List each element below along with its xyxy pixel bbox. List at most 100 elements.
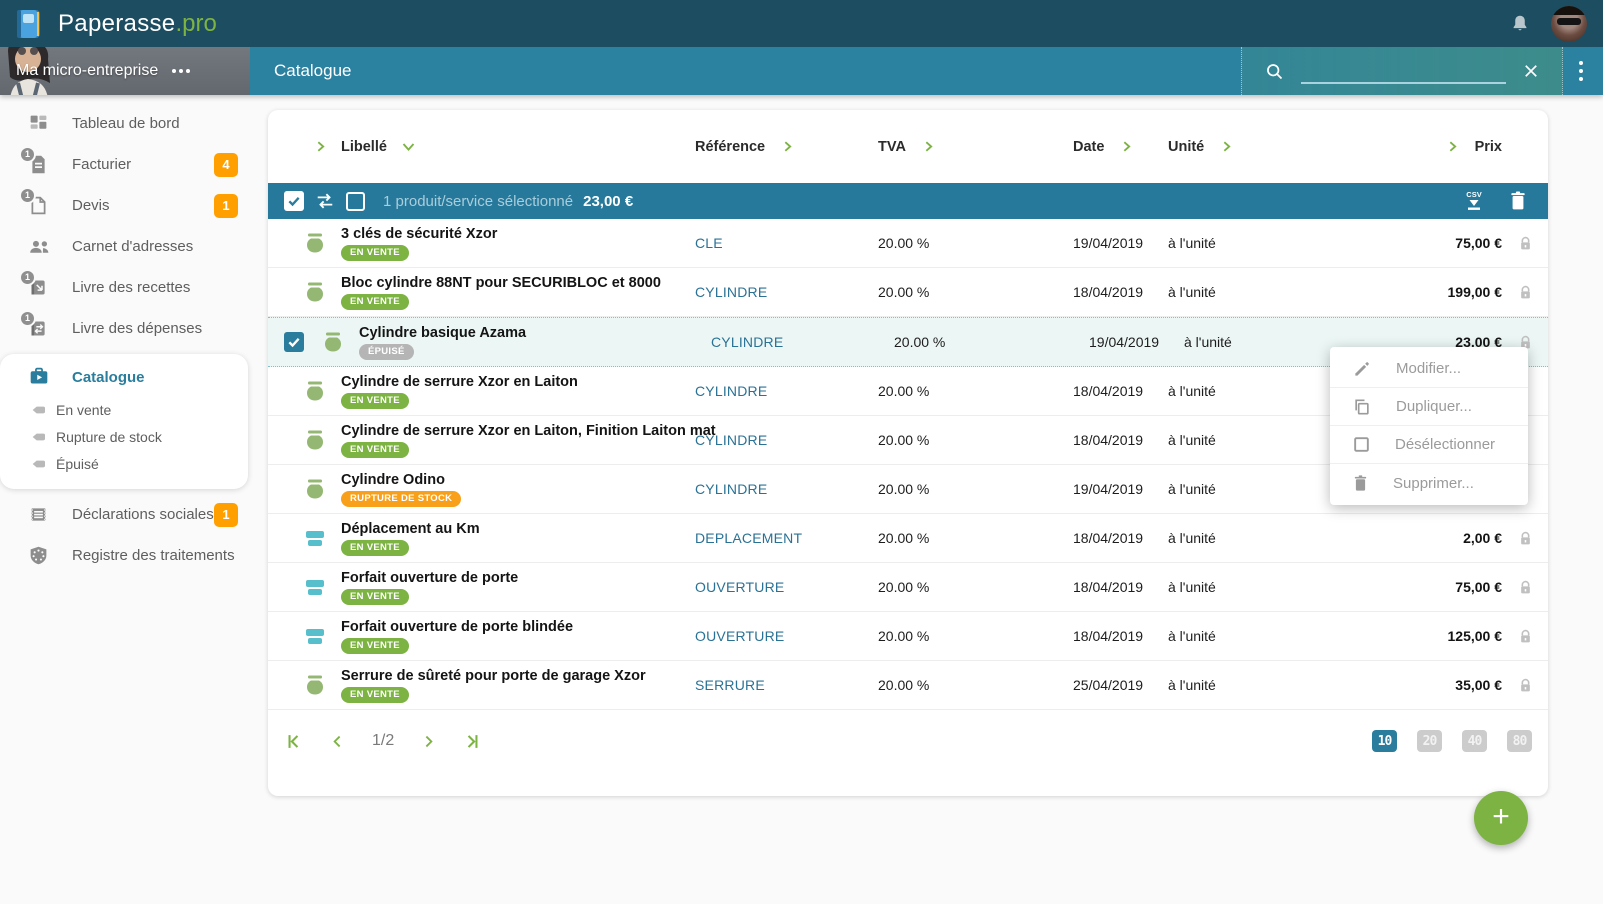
brand[interactable]: Paperasse.pro <box>0 7 217 41</box>
add-product-fab[interactable]: + <box>1474 791 1528 845</box>
previous-page-icon[interactable] <box>329 733 346 750</box>
status-badge: EN VENTE <box>341 638 409 654</box>
table-row[interactable]: Forfait ouverture de porteEN VENTEOUVERT… <box>268 563 1548 612</box>
menu-item-deselectionner[interactable]: Désélectionner <box>1330 426 1528 464</box>
column-header-date[interactable]: Date <box>1057 139 1154 155</box>
sidebar-item-livre-des-recettes[interactable]: 1Livre des recettes <box>0 267 250 308</box>
row-title: Forfait ouverture de porte <box>341 570 518 586</box>
sidebar-subitem-rupture-de-stock[interactable]: Rupture de stock <box>0 423 248 450</box>
row-title-stack: Cylindre OdinoRUPTURE DE STOCK <box>341 472 461 507</box>
delete-selection-icon[interactable] <box>1508 190 1528 212</box>
row-lock-wrap <box>1502 531 1532 546</box>
menu-item-supprimer[interactable]: Supprimer... <box>1330 464 1528 502</box>
menu-item-dupliquer[interactable]: Dupliquer... <box>1330 388 1528 426</box>
csv-export-icon[interactable]: CSV <box>1462 189 1486 213</box>
sidebar-item-carnet-d-adresses[interactable]: Carnet d'adresses <box>0 226 250 267</box>
row-lock-wrap <box>1502 580 1532 595</box>
row-title-stack: Cylindre de serrure Xzor en Laiton, Fini… <box>341 423 679 458</box>
column-header-libelle[interactable]: Libellé <box>284 139 679 155</box>
status-badge: EN VENTE <box>341 589 409 605</box>
row-price: 125,00 € <box>1372 628 1502 644</box>
column-header-reference[interactable]: Référence <box>679 139 862 155</box>
org-more-icon[interactable] <box>172 69 190 73</box>
row-title-cell: Forfait ouverture de porte EN VENTE <box>284 570 679 605</box>
chevron-right-icon <box>1120 140 1133 153</box>
table-row[interactable]: Serrure de sûreté pour porte de garage X… <box>268 661 1548 710</box>
bell-icon[interactable] <box>1509 13 1531 35</box>
row-checkbox[interactable] <box>284 332 304 352</box>
duplicate-icon <box>1352 397 1372 417</box>
table-header: Libellé Référence TVA Date Unité Prix <box>268 110 1548 183</box>
sidebar-item-livre-des-depenses[interactable]: 1Livre des dépenses <box>0 308 250 349</box>
mini-count-badge: 1 <box>19 146 36 163</box>
row-reference: CYLINDRE <box>695 334 878 350</box>
sidebar-active-group: Catalogue En vente Rupture de stock Épuisé <box>0 354 248 489</box>
row-title-cell: Cylindre basique AzamaÉPUISÉ <box>284 325 679 360</box>
status-badge: EN VENTE <box>341 540 409 556</box>
kebab-menu-icon[interactable] <box>1579 61 1583 81</box>
brand-tld: .pro <box>175 10 216 37</box>
row-title-stack: Déplacement au Km EN VENTE <box>341 521 480 556</box>
menu-item-modifier[interactable]: Modifier... <box>1330 350 1528 388</box>
deselect-all-checkbox[interactable] <box>346 192 365 211</box>
checkbox-empty-icon <box>1352 435 1371 454</box>
last-page-icon[interactable] <box>463 732 482 751</box>
product-icon <box>302 476 328 502</box>
sidebar-subitem-en-vente[interactable]: En vente <box>0 396 248 423</box>
count-badge: 1 <box>214 503 238 527</box>
first-page-icon[interactable] <box>284 732 303 751</box>
row-tva: 20.00 % <box>862 628 1057 644</box>
page-size-10[interactable]: 10 <box>1372 730 1397 752</box>
status-badge: EN VENTE <box>341 294 409 310</box>
swap-selection-icon[interactable] <box>314 191 336 211</box>
clear-search-icon[interactable] <box>1522 62 1540 80</box>
sidebar-item-registre-des-traitements[interactable]: Registre des traitements <box>0 535 250 576</box>
sidebar-subitem-epuise[interactable]: Épuisé <box>0 450 248 477</box>
row-date: 18/04/2019 <box>1057 579 1154 595</box>
book-logo-icon <box>12 7 46 41</box>
row-title-cell: Serrure de sûreté pour porte de garage X… <box>284 668 679 703</box>
plus-icon: + <box>1492 802 1510 832</box>
sidebar-item-label: Devis <box>72 197 110 214</box>
table-row[interactable]: Forfait ouverture de porte blindéeEN VEN… <box>268 612 1548 661</box>
sidebar-subitem-label: En vente <box>56 402 111 418</box>
pencil-icon <box>1352 359 1372 379</box>
next-page-icon[interactable] <box>420 733 437 750</box>
sidebar-item-tableau-de-bord[interactable]: Tableau de bord <box>0 103 250 144</box>
row-tva: 20.00 % <box>862 383 1057 399</box>
row-title-stack: Forfait ouverture de porte EN VENTE <box>341 570 518 605</box>
lock-icon <box>1519 629 1532 644</box>
select-all-checkbox[interactable] <box>284 191 304 211</box>
page-size-40[interactable]: 40 <box>1462 730 1487 752</box>
table-row[interactable]: Déplacement au KmEN VENTEDEPLACEMENT20.0… <box>268 514 1548 563</box>
row-title: Cylindre de serrure Xzor en Laiton, Fini… <box>341 423 679 439</box>
row-title: Déplacement au Km <box>341 521 480 537</box>
sidebar-item-devis[interactable]: 1Devis1 <box>0 185 250 226</box>
mini-count-badge: 1 <box>19 269 36 286</box>
sidebar-item-icon-wrap <box>28 504 50 526</box>
search-input[interactable] <box>1301 58 1506 84</box>
table-row[interactable]: 3 clés de sécurité XzorEN VENTECLE20.00 … <box>268 219 1548 268</box>
row-reference: CYLINDRE <box>679 383 862 399</box>
org-switcher[interactable]: Ma micro-entreprise <box>0 47 250 95</box>
sidebar-subitem-label: Rupture de stock <box>56 429 162 445</box>
user-avatar[interactable] <box>1551 6 1587 42</box>
sidebar-item-declarations-sociales[interactable]: Déclarations sociales1 <box>0 494 250 535</box>
sidebar-item-facturier[interactable]: 1Facturier4 <box>0 144 250 185</box>
status-badge: EN VENTE <box>341 687 409 703</box>
page-size-80[interactable]: 80 <box>1507 730 1532 752</box>
row-unit: à l'unité <box>1154 530 1372 546</box>
svg-text:CSV: CSV <box>1466 190 1481 199</box>
column-header-prix[interactable]: Prix <box>1372 139 1502 155</box>
lock-icon <box>1519 236 1532 251</box>
row-reference: CYLINDRE <box>679 481 862 497</box>
column-header-unite[interactable]: Unité <box>1154 139 1372 155</box>
table-row[interactable]: Bloc cylindre 88NT pour SECURIBLOC et 80… <box>268 268 1548 317</box>
column-header-tva[interactable]: TVA <box>862 139 1057 155</box>
page-size-20[interactable]: 20 <box>1417 730 1442 752</box>
search-icon[interactable] <box>1264 61 1285 82</box>
pagination: 1/2 10204080 <box>268 712 1548 770</box>
sidebar-item-label: Registre des traitements <box>72 547 235 564</box>
sidebar-item-catalogue[interactable]: Catalogue <box>0 358 248 396</box>
tag-icon <box>30 402 46 418</box>
